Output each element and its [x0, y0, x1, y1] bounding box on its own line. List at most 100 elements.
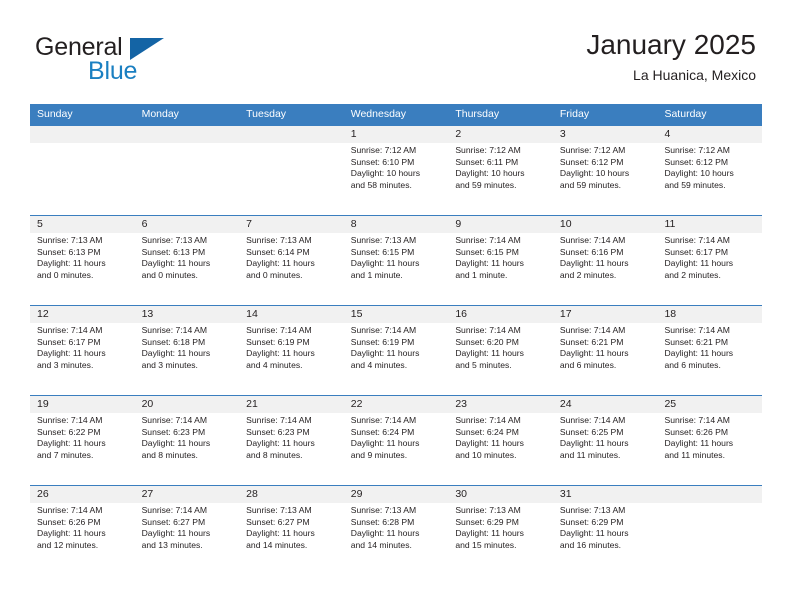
daylight-text-line1: Daylight: 11 hours: [455, 438, 524, 449]
sunset-text: Sunset: 6:17 PM: [664, 246, 729, 257]
daylight-text-line1: Daylight: 11 hours: [664, 438, 734, 449]
day-info: Sunrise: 7:13 AM Sunset: 6:29 PM Dayligh…: [455, 505, 547, 551]
weekday-header-wednesday: Wednesday: [350, 108, 406, 120]
day-cell[interactable]: 3 Sunrise: 7:12 AM Sunset: 6:12 PM Dayli…: [553, 126, 658, 215]
day-number: 1: [350, 128, 357, 140]
day-cell[interactable]: 16 Sunrise: 7:14 AM Sunset: 6:20 PM Dayl…: [448, 306, 553, 395]
page-title: January 2025: [586, 29, 756, 60]
day-cell[interactable]: 19 Sunrise: 7:14 AM Sunset: 6:22 PM Dayl…: [30, 396, 135, 485]
day-cell[interactable]: 10 Sunrise: 7:14 AM Sunset: 6:16 PM Dayl…: [553, 216, 658, 305]
day-cell[interactable]: 22 Sunrise: 7:14 AM Sunset: 6:24 PM Dayl…: [344, 396, 449, 485]
daylight-text-line1: Daylight: 10 hours: [350, 168, 421, 179]
sunrise-text: Sunrise: 7:14 AM: [559, 325, 626, 335]
day-info: Sunrise: 7:14 AM Sunset: 6:19 PM Dayligh…: [351, 325, 443, 371]
day-cell[interactable]: 27 Sunrise: 7:14 AM Sunset: 6:27 PM Dayl…: [135, 486, 240, 575]
sunset-text: Sunset: 6:16 PM: [559, 246, 624, 257]
day-number: 26: [37, 488, 49, 500]
week-row: 1 Sunrise: 7:12 AM Sunset: 6:10 PM Dayli…: [30, 125, 762, 215]
day-info: Sunrise: 7:14 AM Sunset: 6:26 PM Dayligh…: [37, 505, 129, 551]
daylight-text-line1: Daylight: 11 hours: [559, 438, 629, 449]
day-info: Sunrise: 7:13 AM Sunset: 6:27 PM Dayligh…: [246, 505, 338, 551]
day-cell[interactable]: 6 Sunrise: 7:13 AM Sunset: 6:13 PM Dayli…: [135, 216, 240, 305]
day-cell[interactable]: 14 Sunrise: 7:14 AM Sunset: 6:19 PM Dayl…: [239, 306, 344, 395]
day-cell[interactable]: 8 Sunrise: 7:13 AM Sunset: 6:15 PM Dayli…: [344, 216, 449, 305]
sunset-text: Sunset: 6:12 PM: [559, 156, 624, 167]
day-info: Sunrise: 7:14 AM Sunset: 6:21 PM Dayligh…: [560, 325, 652, 371]
day-cell[interactable]: 12 Sunrise: 7:14 AM Sunset: 6:17 PM Dayl…: [30, 306, 135, 395]
sunrise-text: Sunrise: 7:14 AM: [559, 235, 626, 245]
daylight-text-line2: and 1 minute.: [455, 269, 508, 280]
sunrise-text: Sunrise: 7:14 AM: [350, 325, 417, 335]
day-info: Sunrise: 7:14 AM Sunset: 6:23 PM Dayligh…: [142, 415, 234, 461]
sunrise-text: Sunrise: 7:12 AM: [664, 145, 730, 155]
weekday-header-monday: Monday: [141, 108, 179, 120]
day-cell: [239, 126, 344, 215]
day-cell[interactable]: 25 Sunrise: 7:14 AM Sunset: 6:26 PM Dayl…: [657, 396, 762, 485]
day-number: 2: [455, 128, 462, 140]
weekday-header-friday: Friday: [559, 108, 590, 120]
sunset-text: Sunset: 6:24 PM: [350, 426, 415, 437]
week-row: 26 Sunrise: 7:14 AM Sunset: 6:26 PM Dayl…: [30, 485, 762, 575]
day-info: Sunrise: 7:14 AM Sunset: 6:17 PM Dayligh…: [664, 235, 756, 281]
daylight-text-line2: and 8 minutes.: [141, 449, 198, 460]
day-cell[interactable]: 4 Sunrise: 7:12 AM Sunset: 6:12 PM Dayli…: [657, 126, 762, 215]
day-info: Sunrise: 7:13 AM Sunset: 6:28 PM Dayligh…: [351, 505, 443, 551]
daylight-text-line1: Daylight: 11 hours: [246, 348, 315, 359]
day-number: 14: [246, 308, 258, 320]
day-cell[interactable]: 5 Sunrise: 7:13 AM Sunset: 6:13 PM Dayli…: [30, 216, 135, 305]
sunset-text: Sunset: 6:12 PM: [664, 156, 729, 167]
day-number: 31: [559, 488, 572, 500]
day-cell[interactable]: 1 Sunrise: 7:12 AM Sunset: 6:10 PM Dayli…: [344, 126, 449, 215]
day-number: 20: [141, 398, 154, 410]
sunset-text: Sunset: 6:10 PM: [350, 156, 415, 167]
day-info: Sunrise: 7:14 AM Sunset: 6:25 PM Dayligh…: [560, 415, 652, 461]
day-cell[interactable]: 9 Sunrise: 7:14 AM Sunset: 6:15 PM Dayli…: [448, 216, 553, 305]
day-cell[interactable]: 28 Sunrise: 7:13 AM Sunset: 6:27 PM Dayl…: [239, 486, 344, 575]
daylight-text-line2: and 5 minutes.: [455, 359, 512, 370]
day-cell[interactable]: 13 Sunrise: 7:14 AM Sunset: 6:18 PM Dayl…: [135, 306, 240, 395]
day-cell[interactable]: 23 Sunrise: 7:14 AM Sunset: 6:24 PM Dayl…: [448, 396, 553, 485]
daylight-text-line2: and 11 minutes.: [664, 449, 725, 460]
day-cell[interactable]: 2 Sunrise: 7:12 AM Sunset: 6:11 PM Dayli…: [448, 126, 553, 215]
daylight-text-line2: and 59 minutes.: [559, 179, 622, 190]
daylight-text-line2: and 4 minutes.: [246, 359, 303, 370]
day-cell[interactable]: 11 Sunrise: 7:14 AM Sunset: 6:17 PM Dayl…: [657, 216, 762, 305]
day-info: Sunrise: 7:14 AM Sunset: 6:19 PM Dayligh…: [246, 325, 338, 371]
daylight-text-line2: and 10 minutes.: [455, 449, 517, 460]
general-blue-logo: General Blue: [35, 33, 265, 89]
day-cell[interactable]: 30 Sunrise: 7:13 AM Sunset: 6:29 PM Dayl…: [448, 486, 553, 575]
day-cell[interactable]: 17 Sunrise: 7:14 AM Sunset: 6:21 PM Dayl…: [553, 306, 658, 395]
day-cell[interactable]: 20 Sunrise: 7:14 AM Sunset: 6:23 PM Dayl…: [135, 396, 240, 485]
daylight-text-line1: Daylight: 11 hours: [37, 348, 106, 359]
sunrise-text: Sunrise: 7:14 AM: [141, 325, 208, 335]
sunrise-text: Sunrise: 7:14 AM: [141, 415, 208, 425]
day-info: Sunrise: 7:13 AM Sunset: 6:14 PM Dayligh…: [246, 235, 338, 281]
sunrise-text: Sunrise: 7:12 AM: [559, 145, 626, 155]
day-info: Sunrise: 7:12 AM Sunset: 6:12 PM Dayligh…: [560, 145, 652, 191]
day-cell[interactable]: 21 Sunrise: 7:14 AM Sunset: 6:23 PM Dayl…: [239, 396, 344, 485]
daylight-text-line2: and 7 minutes.: [37, 449, 94, 460]
sunrise-text: Sunrise: 7:14 AM: [246, 325, 312, 335]
day-cell[interactable]: 29 Sunrise: 7:13 AM Sunset: 6:28 PM Dayl…: [344, 486, 449, 575]
daylight-text-line2: and 0 minutes.: [246, 269, 303, 280]
day-number: 29: [350, 488, 363, 500]
sunrise-text: Sunrise: 7:13 AM: [559, 505, 626, 515]
day-number: 24: [559, 398, 572, 410]
sunrise-text: Sunrise: 7:14 AM: [559, 415, 626, 425]
day-cell[interactable]: 7 Sunrise: 7:13 AM Sunset: 6:14 PM Dayli…: [239, 216, 344, 305]
day-number: 15: [350, 308, 363, 320]
sunset-text: Sunset: 6:28 PM: [350, 516, 415, 527]
day-cell[interactable]: 18 Sunrise: 7:14 AM Sunset: 6:21 PM Dayl…: [657, 306, 762, 395]
sunset-text: Sunset: 6:23 PM: [246, 426, 310, 437]
daylight-text-line1: Daylight: 11 hours: [455, 528, 524, 539]
day-cell[interactable]: 15 Sunrise: 7:14 AM Sunset: 6:19 PM Dayl…: [344, 306, 449, 395]
masthead: General Blue January 2025 La Huanica, Me…: [0, 0, 792, 100]
daylight-text-line2: and 3 minutes.: [37, 359, 94, 370]
day-cell[interactable]: 31 Sunrise: 7:13 AM Sunset: 6:29 PM Dayl…: [553, 486, 658, 575]
daylight-text-line1: Daylight: 10 hours: [455, 168, 525, 179]
day-cell[interactable]: 24 Sunrise: 7:14 AM Sunset: 6:25 PM Dayl…: [553, 396, 658, 485]
daylight-text-line1: Daylight: 11 hours: [559, 348, 629, 359]
day-cell[interactable]: 26 Sunrise: 7:14 AM Sunset: 6:26 PM Dayl…: [30, 486, 135, 575]
day-info: Sunrise: 7:12 AM Sunset: 6:10 PM Dayligh…: [351, 145, 443, 191]
sunset-text: Sunset: 6:13 PM: [141, 246, 206, 257]
